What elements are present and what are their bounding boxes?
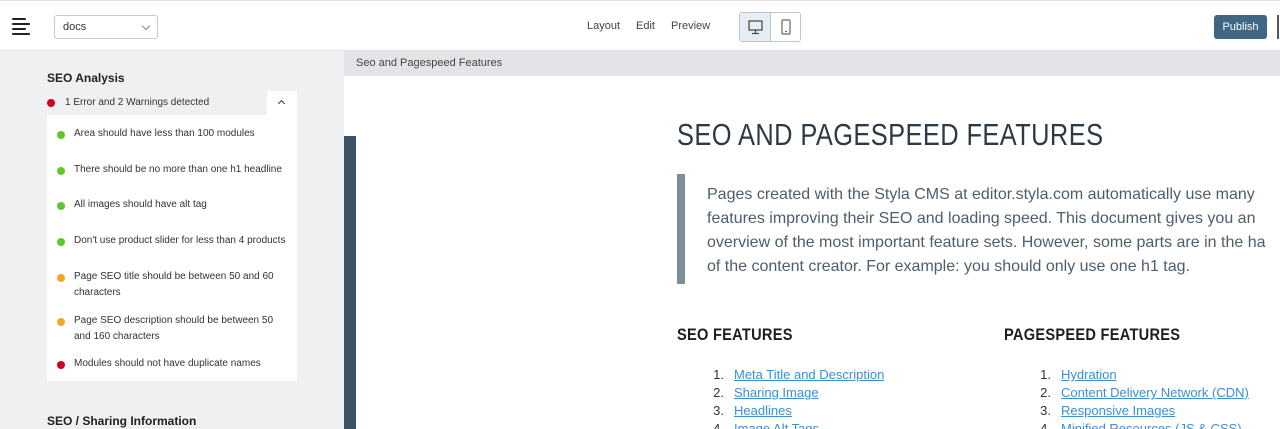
intro-quote[interactable]: Pages created with the Styla CMS at edit… [707, 183, 1280, 279]
seo-analysis-heading: SEO Analysis [47, 71, 125, 85]
pagespeed-features-heading: PAGESPEED FEATURES [1004, 325, 1181, 344]
seo-feature-link[interactable]: Meta Title and Description [734, 367, 884, 382]
site-select[interactable]: docs [54, 15, 158, 39]
pagespeed-feature-link[interactable]: Responsive Images [1061, 403, 1175, 418]
seo-features-heading: SEO FEATURES [677, 325, 793, 344]
check-text: Don't use product slider for less than 4… [74, 235, 286, 246]
check-text: All images should have alt tag [74, 199, 207, 210]
intro-line: features improving their SEO and loading… [707, 210, 1256, 227]
list-item: 1. Meta Title and Description [713, 367, 885, 382]
list-item: 3. Responsive Images [1040, 403, 1176, 418]
site-select-value: docs [63, 21, 87, 33]
status-dot-icon [57, 274, 65, 282]
check-text: There should be no more than one h1 head… [74, 164, 282, 175]
seo-feature-link[interactable]: Headlines [734, 403, 792, 418]
check-text: Page SEO description should be between 5… [74, 315, 274, 342]
quote-border [677, 174, 685, 284]
list-item: 2. Sharing Image [713, 385, 819, 400]
seo-sidebar: SEO Analysis 1 Error and 2 Warnings dete… [0, 51, 344, 429]
seo-summary: 1 Error and 2 Warnings detected [47, 91, 297, 115]
mobile-view-button[interactable] [771, 13, 802, 41]
top-toolbar: docs Layout Edit Preview Publish [0, 0, 1280, 51]
pagespeed-feature-link[interactable]: Minified Resources (JS & CSS) [1061, 421, 1242, 429]
check-text: Page SEO title should be between 50 and … [74, 271, 274, 298]
page-title[interactable]: SEO AND PAGESPEED FEATURES [677, 117, 1103, 153]
seo-feature-link[interactable]: Sharing Image [734, 385, 819, 400]
status-dot-icon [57, 361, 65, 369]
desktop-icon [748, 20, 763, 35]
tab-edit[interactable]: Edit [636, 20, 655, 32]
seo-feature-link[interactable]: Image Alt Tags [734, 421, 819, 429]
tab-preview[interactable]: Preview [671, 20, 710, 32]
pagespeed-feature-link[interactable]: Hydration [1061, 367, 1117, 382]
list-item: 1. Hydration [1040, 367, 1117, 382]
list-item: 4. Image Alt Tags [706, 420, 884, 429]
check-text: Area should have less than 100 modules [74, 128, 255, 139]
publish-button[interactable]: Publish [1214, 15, 1267, 39]
intro-line: Pages created with the Styla CMS at edit… [707, 186, 1255, 203]
chevron-down-icon [141, 21, 151, 31]
tab-layout[interactable]: Layout [587, 20, 620, 32]
check-text: Modules should not have duplicate names [74, 358, 261, 369]
breadcrumb: Seo and Pagespeed Features [344, 51, 1280, 76]
module-selection-bar[interactable] [344, 136, 356, 429]
status-dot-icon [57, 167, 65, 175]
list-item: 3. Headlines [713, 403, 792, 418]
list-item: 4. Minified Resources (JS & CSS) [1033, 420, 1249, 429]
device-toggle [739, 12, 801, 42]
status-dot-icon [57, 318, 65, 326]
pagespeed-features-list: 1. Hydration 2. Content Delivery Network (… [1033, 366, 1249, 429]
pagespeed-feature-link[interactable]: Content Delivery Network (CDN) [1061, 385, 1249, 400]
toolbar-divider [1277, 15, 1279, 39]
list-item: 2. Content Delivery Network (CDN) [1040, 385, 1249, 400]
intro-line: of the content creator. For example: you… [707, 258, 1190, 275]
desktop-view-button[interactable] [740, 13, 771, 41]
chevron-up-icon [277, 99, 286, 108]
error-status-icon [47, 99, 55, 107]
collapse-button[interactable] [267, 91, 297, 115]
menu-icon[interactable] [12, 17, 30, 35]
status-dot-icon [57, 238, 65, 246]
seo-features-list: 1. Meta Title and Description 2. Sharing I… [706, 366, 884, 429]
seo-sharing-heading[interactable]: SEO / Sharing Information [47, 414, 196, 428]
seo-summary-text: 1 Error and 2 Warnings detected [65, 97, 210, 108]
intro-line: overview of the most important feature s… [707, 234, 1266, 251]
mobile-icon [781, 19, 791, 35]
status-dot-icon [57, 131, 65, 139]
seo-check-list: Area should have less than 100 modules T… [47, 115, 297, 381]
status-dot-icon [57, 202, 65, 210]
